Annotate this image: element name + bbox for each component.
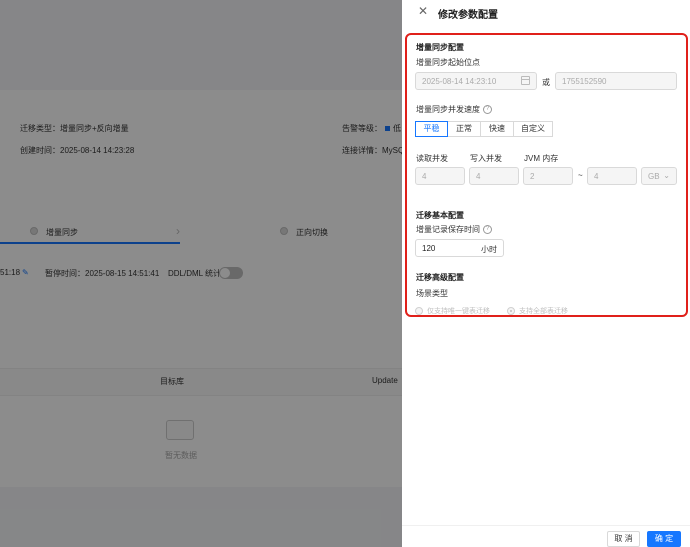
incremental-section-title: 增量同步配置: [416, 43, 464, 52]
write-concurrency-input[interactable]: 4: [469, 167, 519, 185]
close-icon[interactable]: ✕: [418, 5, 428, 17]
scenario-label: 场景类型: [416, 289, 448, 298]
retention-unit: 小时: [481, 245, 497, 254]
drawer-title: 修改参数配置: [438, 10, 498, 21]
jvm-max-input[interactable]: 4: [587, 167, 637, 185]
timestamp-input[interactable]: 1755152590: [555, 72, 677, 90]
calendar-icon: [521, 76, 530, 85]
help-icon[interactable]: ?: [483, 225, 492, 235]
start-datetime-input[interactable]: 2025-08-14 14:23:10: [415, 72, 537, 90]
radio-selected-icon: [507, 307, 515, 316]
help-icon[interactable]: ?: [483, 105, 492, 115]
speed-option-steady[interactable]: 平稳: [415, 121, 448, 137]
speed-option-fast[interactable]: 快速: [480, 121, 514, 137]
jvm-memory-label: JVM 内存: [524, 154, 559, 163]
jvm-min-input[interactable]: 2: [523, 167, 573, 185]
drawer-header: ✕ 修改参数配置: [402, 0, 690, 26]
speed-option-normal[interactable]: 正常: [447, 121, 481, 137]
cancel-button[interactable]: 取 消: [607, 531, 640, 547]
retention-label: 增量记录保存时间?: [416, 224, 492, 235]
or-text: 或: [542, 78, 550, 87]
advanced-section-title: 迁移高级配置: [416, 273, 464, 282]
read-concurrency-label: 读取并发: [416, 154, 448, 163]
modal-mask[interactable]: [0, 0, 402, 547]
range-separator: ~: [578, 171, 583, 180]
speed-option-custom[interactable]: 自定义: [513, 121, 553, 137]
scenario-option-unique-key[interactable]: 仅支持唯一键表迁移: [415, 306, 490, 316]
speed-label: 增量同步并发速度?: [416, 104, 492, 115]
radio-icon: [415, 307, 423, 316]
read-concurrency-input[interactable]: 4: [415, 167, 465, 185]
basic-section-title: 迁移基本配置: [416, 211, 464, 220]
jvm-unit-select[interactable]: GB ⌄: [641, 167, 677, 185]
retention-input[interactable]: 120 小时: [415, 239, 504, 257]
start-point-label: 增量同步起始位点: [416, 58, 480, 67]
confirm-button[interactable]: 确 定: [647, 531, 681, 547]
chevron-down-icon: ⌄: [663, 171, 670, 180]
write-concurrency-label: 写入并发: [470, 154, 502, 163]
scenario-option-all-tables[interactable]: 支持全部表迁移: [507, 306, 568, 316]
